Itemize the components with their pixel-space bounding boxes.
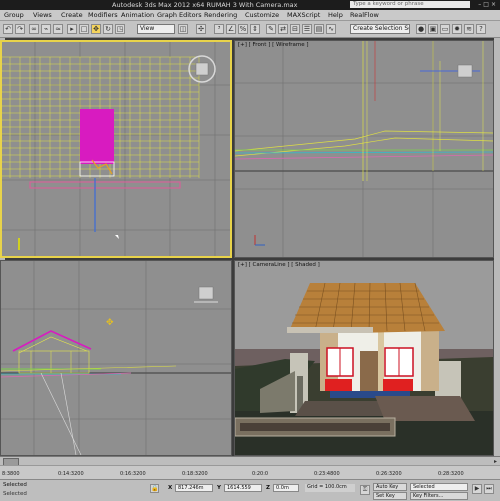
angle-snap-icon[interactable]: ∠: [226, 24, 236, 34]
curve-editor-icon[interactable]: ∿: [326, 24, 336, 34]
select-region-icon[interactable]: □: [79, 24, 89, 34]
play-icon[interactable]: ▶: [472, 484, 482, 494]
next-frame-icon[interactable]: ⏭: [484, 484, 494, 494]
lock-selection-icon[interactable]: 🔒: [150, 484, 159, 493]
render-production-icon[interactable]: ✹: [452, 24, 462, 34]
select-rotate-icon[interactable]: ↻: [103, 24, 113, 34]
main-toolbar: ↶ ↷ ∞ ⌁ ≈ ▸ □ ✥ ↻ ◳ View ◫ ✣ ³ ∠ % ⇕ ✎ ⇄…: [0, 21, 500, 38]
key-icon[interactable]: ⚿: [360, 485, 370, 495]
material-editor-icon[interactable]: ●: [416, 24, 426, 34]
prompt-line: Selected: [3, 491, 27, 497]
grid-size-display: Grid = 100.0cm: [305, 484, 355, 492]
status-bar: Selected Selected 🔒 X 817.246m Y 1614.55…: [0, 479, 500, 501]
z-coordinate-field[interactable]: 0.0m: [273, 484, 299, 492]
select-move-icon[interactable]: ✥: [91, 24, 101, 34]
menu-animation[interactable]: Animation: [121, 11, 154, 19]
viewport-left[interactable]: ✥: [0, 260, 232, 456]
selection-status-label: Selected: [3, 482, 27, 488]
y-axis-label: Y: [217, 485, 221, 491]
bind-space-warp-icon[interactable]: ≈: [53, 24, 63, 34]
magenta-house-object: [80, 109, 114, 164]
auto-key-button[interactable]: Auto Key: [373, 483, 407, 491]
pink-outline-object: [29, 181, 181, 189]
viewport-top[interactable]: [0, 40, 232, 258]
window-title: Autodesk 3ds Max 2012 x64 RUMAH 3 With C…: [112, 1, 298, 9]
window-controls[interactable]: –□×: [478, 1, 498, 8]
camera-render-scene: [235, 261, 493, 455]
menu-customize[interactable]: Customize: [245, 11, 279, 19]
reference-coordinate-dropdown[interactable]: View: [137, 24, 175, 34]
timeline-tick: 0:26:3200: [376, 471, 402, 477]
viewport-camera-label: [+] [ CameraLine ] [ Shaded ]: [238, 262, 320, 268]
timebar-arrow-icon[interactable]: ▸: [494, 458, 497, 465]
timeline-tick: 0:20:0: [252, 471, 269, 477]
menu-bar: Group Views Create Modifiers Animation G…: [0, 10, 500, 21]
graphite-ribbon-icon[interactable]: ▤: [314, 24, 324, 34]
command-panel-edge[interactable]: [494, 38, 500, 456]
title-bar: Autodesk 3ds Max 2012 x64 RUMAH 3 With C…: [0, 0, 500, 10]
left-view-scene: ✥: [1, 261, 231, 455]
viewcube-front: [457, 64, 473, 78]
x-axis-label: X: [168, 485, 173, 491]
redo-icon[interactable]: ↷: [15, 24, 25, 34]
timeline-tick: 0:23:4800: [314, 471, 340, 477]
viewport-camera[interactable]: [+] [ CameraLine ] [ Shaded ]: [234, 260, 494, 456]
right-red-door-panel: [383, 379, 413, 391]
menu-group[interactable]: Group: [4, 11, 24, 19]
menu-modifiers[interactable]: Modifiers: [88, 11, 118, 19]
menu-graph-editors[interactable]: Graph Editors: [157, 11, 202, 19]
help-icon[interactable]: ?: [476, 24, 486, 34]
set-key-button[interactable]: Set Key: [373, 492, 407, 500]
y-coordinate-field[interactable]: 1614.559: [224, 484, 262, 492]
select-object-icon[interactable]: ▸: [67, 24, 77, 34]
layer-manager-icon[interactable]: ☰: [302, 24, 312, 34]
key-mode-dropdown[interactable]: Selected: [410, 483, 468, 491]
timeline-tick: 0:14:3200: [58, 471, 84, 477]
menu-maxscript[interactable]: MAXScript: [287, 11, 320, 19]
rendered-frame-window-icon[interactable]: ▭: [440, 24, 450, 34]
viewcube-left: [194, 286, 218, 303]
timeline-tick: 0:18:3200: [182, 471, 208, 477]
z-axis-label: Z: [266, 485, 270, 491]
undo-icon[interactable]: ↶: [3, 24, 13, 34]
viewport-front[interactable]: [+] [ Front ] [ Wireframe ]: [234, 40, 494, 258]
menu-realflow[interactable]: RealFlow: [350, 11, 379, 19]
viewport-front-label: [+] [ Front ] [ Wireframe ]: [238, 42, 309, 48]
viewcube-top: [188, 55, 216, 83]
link-icon[interactable]: ∞: [29, 24, 39, 34]
snap-toggle-icon[interactable]: ³: [214, 24, 224, 34]
menu-help[interactable]: Help: [328, 11, 343, 19]
search-input[interactable]: Type a keyword or phrase: [350, 1, 470, 8]
svg-text:✥: ✥: [106, 318, 114, 328]
menu-create[interactable]: Create: [61, 11, 83, 19]
select-scale-icon[interactable]: ◳: [115, 24, 125, 34]
edit-named-selection-icon[interactable]: ✎: [266, 24, 276, 34]
x-coordinate-field[interactable]: 817.246m: [175, 484, 213, 492]
timeline-tick: 0:16:3200: [120, 471, 146, 477]
render-setup-icon[interactable]: ▣: [428, 24, 438, 34]
maximize-icon[interactable]: □: [483, 1, 491, 8]
mirror-icon[interactable]: ⇄: [278, 24, 288, 34]
spinner-snap-icon[interactable]: ⇕: [250, 24, 260, 34]
named-selection-sets-dropdown[interactable]: Create Selection Se: [350, 24, 410, 34]
track-bar[interactable]: 8:3800 0:14:3200 0:16:3200 0:18:3200 0:2…: [0, 465, 500, 480]
select-manipulate-icon[interactable]: ✣: [196, 24, 206, 34]
menu-rendering[interactable]: Rendering: [204, 11, 237, 19]
percent-snap-icon[interactable]: %: [238, 24, 248, 34]
close-icon[interactable]: ×: [491, 1, 498, 8]
front-view-scene: [235, 41, 493, 257]
realflow-icon[interactable]: ≋: [464, 24, 474, 34]
key-filters-button[interactable]: Key Filters...: [410, 492, 468, 500]
timeline-tick: 8:3800: [2, 471, 20, 477]
left-red-door-panel: [325, 379, 352, 391]
top-view-scene: [2, 42, 230, 256]
timeline-tick: 0:28:3200: [438, 471, 464, 477]
menu-views[interactable]: Views: [33, 11, 52, 19]
pivot-icon[interactable]: ◫: [178, 24, 188, 34]
unlink-icon[interactable]: ⌁: [41, 24, 51, 34]
align-icon[interactable]: ⊟: [290, 24, 300, 34]
